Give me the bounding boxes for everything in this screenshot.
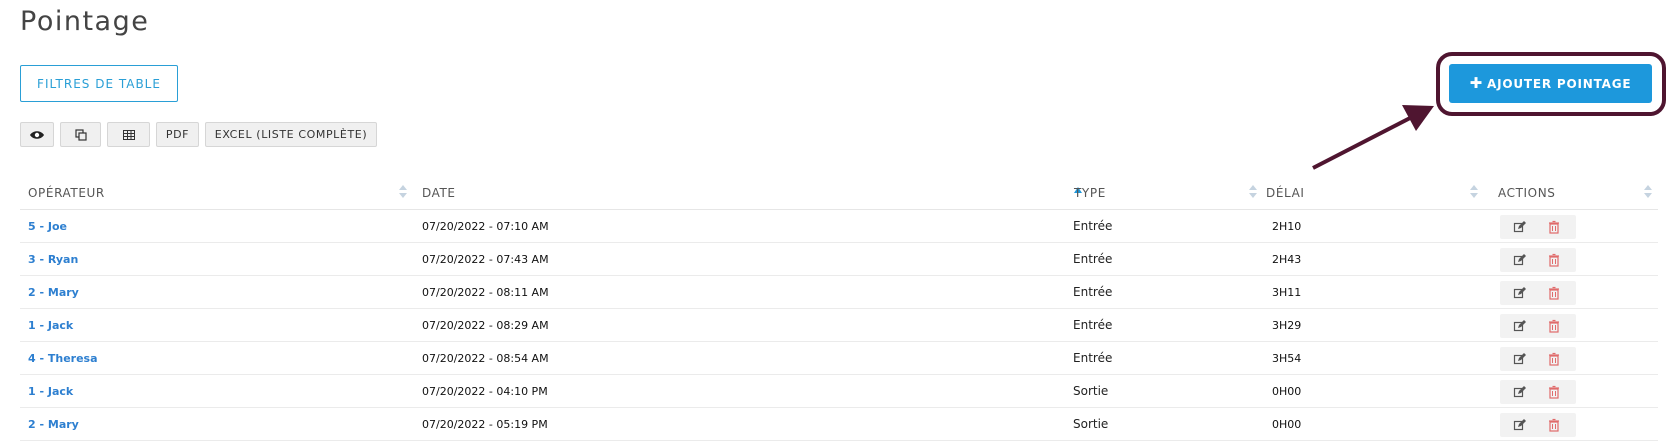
table-row: 1 - Jack 07/20/2022 - 04:10 PM Sortie 0H00 (20, 375, 1658, 408)
column-header-operator[interactable]: OPÉRATEUR (20, 176, 410, 209)
column-header-type[interactable]: TYPE (1066, 176, 1258, 209)
eye-icon (30, 130, 44, 139)
trash-icon[interactable] (1547, 286, 1561, 300)
row-actions (1500, 248, 1576, 272)
date-cell: 07/20/2022 - 08:29 AM (422, 318, 549, 332)
copy-icon (74, 128, 87, 141)
row-actions (1500, 281, 1576, 305)
column-header-delay[interactable]: DÉLAI (1258, 176, 1480, 209)
row-actions (1500, 380, 1576, 404)
sort-icon (1643, 184, 1653, 200)
plus-icon: ✚ (1469, 74, 1483, 92)
table-row: 4 - Theresa 07/20/2022 - 08:54 AM Entrée 3H… (20, 342, 1658, 375)
edit-icon[interactable] (1513, 220, 1527, 234)
edit-icon[interactable] (1513, 418, 1527, 432)
operator-link[interactable]: 5 - Joe (28, 210, 67, 242)
table-row: 5 - Joe 07/20/2022 - 07:10 AM Entrée 2H10 (20, 210, 1658, 243)
sort-icon (1469, 184, 1479, 200)
type-cell: Sortie (1073, 417, 1109, 431)
page-title: Pointage (20, 6, 150, 37)
operator-link[interactable]: 4 - Theresa (28, 342, 98, 374)
operator-link[interactable]: 2 - Mary (28, 408, 79, 440)
delay-cell: 3H29 (1272, 318, 1302, 332)
trash-icon[interactable] (1547, 385, 1561, 399)
delay-cell: 0H00 (1272, 417, 1302, 431)
table-row: 2 - Mary 07/20/2022 - 08:11 AM Entrée 3H11 (20, 276, 1658, 309)
trash-icon[interactable] (1547, 418, 1561, 432)
date-cell: 07/20/2022 - 07:43 AM (422, 252, 549, 266)
add-pointage-label: AJOUTER POINTAGE (1486, 76, 1632, 91)
trash-icon[interactable] (1547, 352, 1561, 366)
delay-cell: 0H00 (1272, 384, 1302, 398)
table-row: 1 - Jack 07/20/2022 - 08:29 AM Entrée 3H29 (20, 309, 1658, 342)
sort-icon (1248, 184, 1258, 200)
table-body: 5 - Joe 07/20/2022 - 07:10 AM Entrée 2H10 3 … (20, 210, 1658, 441)
date-cell: 07/20/2022 - 05:19 PM (422, 417, 548, 431)
trash-icon[interactable] (1547, 253, 1561, 267)
date-cell: 07/20/2022 - 08:54 AM (422, 351, 549, 365)
table-filters-button[interactable]: FILTRES DE TABLE (20, 65, 178, 102)
excel-export-button[interactable]: EXCEL (LISTE COMPLÈTE) (205, 122, 377, 147)
delay-cell: 3H54 (1272, 351, 1302, 365)
row-actions (1500, 314, 1576, 338)
column-header-actions[interactable]: ACTIONS (1490, 176, 1658, 209)
type-cell: Sortie (1073, 384, 1109, 398)
row-actions (1500, 215, 1576, 239)
operator-link[interactable]: 1 - Jack (28, 309, 73, 341)
sort-icon (398, 184, 408, 200)
column-header-date[interactable]: DATE (414, 176, 1086, 209)
pdf-export-button[interactable]: PDF (156, 122, 199, 147)
trash-icon[interactable] (1547, 319, 1561, 333)
type-cell: Entrée (1073, 351, 1113, 365)
table-header: OPÉRATEUR DATE TYPE DÉLAI ACTIONS (20, 176, 1658, 210)
row-actions (1500, 347, 1576, 371)
operator-link[interactable]: 2 - Mary (28, 276, 79, 308)
operator-link[interactable]: 1 - Jack (28, 375, 73, 407)
edit-icon[interactable] (1513, 385, 1527, 399)
add-pointage-button[interactable]: ✚ AJOUTER POINTAGE (1449, 64, 1652, 103)
row-actions (1500, 413, 1576, 437)
copy-button[interactable] (60, 122, 101, 147)
type-cell: Entrée (1073, 318, 1113, 332)
edit-icon[interactable] (1513, 352, 1527, 366)
table-row: 3 - Ryan 07/20/2022 - 07:43 AM Entrée 2H43 (20, 243, 1658, 276)
date-cell: 07/20/2022 - 07:10 AM (422, 219, 549, 233)
table-row: 2 - Mary 07/20/2022 - 05:19 PM Sortie 0H00 (20, 408, 1658, 441)
edit-icon[interactable] (1513, 286, 1527, 300)
delay-cell: 2H10 (1272, 219, 1302, 233)
table-icon (122, 129, 135, 140)
edit-icon[interactable] (1513, 253, 1527, 267)
operator-link[interactable]: 3 - Ryan (28, 243, 78, 275)
delay-cell: 3H11 (1272, 285, 1302, 299)
delay-cell: 2H43 (1272, 252, 1302, 266)
date-cell: 07/20/2022 - 04:10 PM (422, 384, 548, 398)
csv-button[interactable] (107, 122, 150, 147)
date-cell: 07/20/2022 - 08:11 AM (422, 285, 549, 299)
edit-icon[interactable] (1513, 319, 1527, 333)
type-cell: Entrée (1073, 252, 1113, 266)
type-cell: Entrée (1073, 285, 1113, 299)
type-cell: Entrée (1073, 219, 1113, 233)
trash-icon[interactable] (1547, 220, 1561, 234)
column-visibility-button[interactable] (20, 122, 54, 147)
